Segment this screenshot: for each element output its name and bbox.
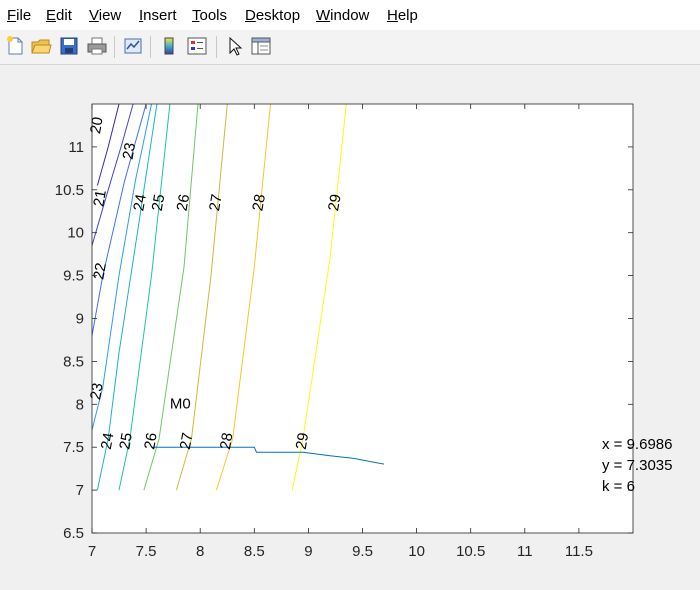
- menu-tools[interactable]: Tools: [192, 7, 227, 24]
- x-tick-label: 11.5: [565, 543, 593, 560]
- contour-label: 25: [149, 193, 169, 212]
- contour-label: 22: [90, 262, 110, 281]
- contour-label: 23: [120, 141, 140, 160]
- contour-label: 26: [174, 193, 194, 212]
- toolbar: [0, 30, 700, 65]
- y-tick-label: 8.5: [63, 353, 84, 370]
- link-plot-icon[interactable]: [122, 35, 144, 57]
- contour-label: 28: [217, 431, 237, 450]
- y-tick-label: 10.5: [55, 182, 84, 199]
- toolbar-separator: [114, 36, 115, 58]
- readout-line: k = 6: [602, 478, 635, 495]
- contour-label: 29: [325, 193, 345, 212]
- y-tick-label: 7: [76, 482, 84, 499]
- menu-help[interactable]: Help: [387, 7, 418, 24]
- contour-label: 26: [141, 431, 161, 450]
- toolbar-separator: [216, 36, 217, 58]
- contour-label: 20: [87, 116, 107, 135]
- x-tick-label: 10.5: [456, 543, 485, 560]
- y-tick-label: 9.5: [63, 268, 84, 285]
- figure-canvas: 20 23 21 24 25 26 27 28 29 22 23 24 25 26 27 28 29 M0 7 7.5…: [0, 65, 700, 590]
- x-tick-label: 8.5: [244, 543, 265, 560]
- insert-legend-icon[interactable]: [186, 35, 208, 57]
- contour-label: 24: [98, 431, 118, 450]
- plot-axes-background: [92, 104, 633, 533]
- x-tick-label: 8: [196, 543, 204, 560]
- contour-plot: 202321 2425 26 27 28 2922232425 26 27 28 29M07 7.5…: [55, 103, 672, 560]
- toolbar-separator: [150, 36, 151, 58]
- readout-line: y = 7.3035: [602, 457, 672, 474]
- y-tick-label: 10: [67, 225, 84, 242]
- new-figure-icon[interactable]: [4, 35, 26, 57]
- open-file-icon[interactable]: [30, 35, 52, 57]
- contour-label: 25: [116, 431, 136, 450]
- print-icon[interactable]: [86, 35, 108, 57]
- contour-label: 24: [130, 193, 150, 212]
- property-editor-icon[interactable]: [250, 35, 272, 57]
- x-tick-label: 7.5: [136, 543, 157, 560]
- annotation-m0: M0: [170, 396, 191, 413]
- menu-window[interactable]: Window: [316, 7, 369, 24]
- x-tick-label: 9: [304, 543, 312, 560]
- menu-insert[interactable]: Insert: [139, 7, 177, 24]
- y-tick-label: 7.5: [63, 439, 84, 456]
- contour-label: 27: [206, 193, 226, 212]
- x-tick-label: 7: [88, 543, 96, 560]
- x-tick-label: 9.5: [352, 543, 373, 560]
- y-tick-label: 6.5: [63, 525, 84, 542]
- contour-label: 29: [293, 431, 313, 450]
- contour-label: 21: [90, 189, 110, 208]
- x-tick-label: 11: [517, 543, 533, 560]
- menu-edit[interactable]: Edit: [46, 7, 72, 24]
- y-tick-label: 11: [68, 139, 84, 156]
- menu-view[interactable]: View: [89, 7, 121, 24]
- x-tick-label: 10: [408, 543, 425, 560]
- readout-line: x = 9.6986: [602, 436, 672, 453]
- y-tick-label: 9: [76, 311, 84, 328]
- contour-label: 23: [87, 382, 107, 401]
- save-icon[interactable]: [58, 35, 80, 57]
- y-tick-label: 8: [76, 396, 84, 413]
- select-arrow-icon[interactable]: [224, 35, 246, 57]
- contour-label: 28: [249, 193, 269, 212]
- menu-desktop[interactable]: Desktop: [245, 7, 300, 24]
- insert-colorbar-icon[interactable]: [158, 35, 180, 57]
- contour-label: 27: [177, 431, 197, 450]
- menu-file[interactable]: File: [7, 7, 31, 24]
- menu-bar: File Edit View Insert Tools Desktop Window Help: [0, 0, 700, 30]
